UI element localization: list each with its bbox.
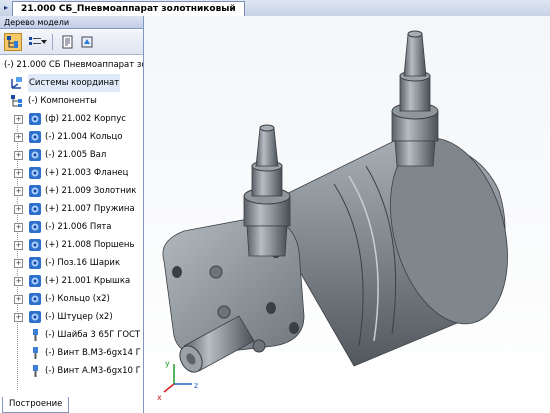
expand-icon[interactable]: + xyxy=(14,187,23,196)
expand-icon[interactable]: + xyxy=(14,313,23,322)
tree-item-label: (-) Поз.16 Шарик xyxy=(45,258,121,268)
tree-item-label: (+) 21.007 Пружина xyxy=(45,204,135,214)
tree-item-component[interactable]: + (+) 21.001 Крышка xyxy=(0,272,143,290)
3d-viewport[interactable]: y z x xyxy=(144,16,550,413)
tree-item-component[interactable]: + (-) 21.005 Вал xyxy=(0,146,143,164)
tab-scroll-arrow-icon[interactable]: ▸ xyxy=(2,2,10,13)
tree-item-component[interactable]: (-) Шайба 3 65Г ГОСТ xyxy=(0,326,143,344)
tree-item-component[interactable]: + (-) 21.004 Кольцо xyxy=(0,128,143,146)
tree-item-component[interactable]: (-) Винт В.М3-6gx14 Г xyxy=(0,344,143,362)
part-icon xyxy=(29,275,41,287)
tree-item-components[interactable]: (-) Компоненты xyxy=(0,92,143,110)
expand-icon[interactable]: + xyxy=(14,115,23,124)
tree-item-component[interactable]: + (-) Поз.16 Шарик xyxy=(0,254,143,272)
expand-icon[interactable]: + xyxy=(14,169,23,178)
tree-item-label: (-) 21.006 Пята xyxy=(45,222,112,232)
expand-icon[interactable]: + xyxy=(14,241,23,250)
fastener-icon xyxy=(33,329,38,341)
tree-item-label: (-) Штуцер (x2) xyxy=(45,312,113,322)
part-icon xyxy=(29,185,41,197)
tree-item-label: (-) Кольцо (x2) xyxy=(45,294,110,304)
part-icon xyxy=(29,293,41,305)
part-icon xyxy=(29,311,41,323)
tree-item-component[interactable]: + (+) 21.009 Золотник xyxy=(0,182,143,200)
tree-item-label: (-) Компоненты xyxy=(28,96,97,106)
part-icon xyxy=(29,221,41,233)
tree-item-label: (-) Винт В.М3-6gx14 Г xyxy=(45,348,141,358)
tree-item-label: (+) 21.009 Золотник xyxy=(45,186,137,196)
axis-y-label: y xyxy=(165,359,170,368)
pneumatic-valve-model: y z x xyxy=(157,30,508,402)
rebuild-tree-button[interactable] xyxy=(78,33,96,51)
toolbar-separator xyxy=(52,34,53,50)
document-tab-strip: ▸ 21.000 СБ_Пневмоаппарат золотниковый xyxy=(0,0,550,17)
part-icon xyxy=(29,131,41,143)
tree-item-component[interactable]: + (-) 21.006 Пята xyxy=(0,218,143,236)
tree-item-label: (-) 21.004 Кольцо xyxy=(45,132,123,142)
tree-item-component[interactable]: + (+) 21.003 Фланец xyxy=(0,164,143,182)
view-mode-dropdown-button[interactable] xyxy=(40,33,48,51)
tree-item-label: (+) 21.008 Поршень xyxy=(45,240,135,250)
expand-icon[interactable]: + xyxy=(14,295,23,304)
tree-structure-icon xyxy=(7,36,18,48)
expand-icon[interactable]: + xyxy=(14,277,23,286)
tree-item-label: (-) Винт А.М3-6gx10 Г xyxy=(45,366,141,376)
tree-item-label: (+) 21.001 Крышка xyxy=(45,276,131,286)
model-tree-panel: Дерево модели (-) 21.000 СБ Пневмоаппара… xyxy=(0,16,144,413)
expand-icon[interactable]: + xyxy=(14,205,23,214)
expand-icon[interactable]: + xyxy=(14,223,23,232)
axis-z-label: z xyxy=(194,381,198,390)
tree-item-component[interactable]: + (ф) 21.002 Корпус xyxy=(0,110,143,128)
fastener-icon xyxy=(33,347,38,359)
part-icon xyxy=(29,239,41,251)
tree-item-component[interactable]: + (-) Штуцер (x2) xyxy=(0,308,143,326)
tab-build[interactable]: Построение xyxy=(2,397,70,413)
tree-item-label: (ф) 21.002 Корпус xyxy=(45,114,126,124)
expand-icon[interactable]: + xyxy=(14,259,23,268)
panel-title: Дерево модели xyxy=(0,16,143,29)
tree-item-component[interactable]: (-) Винт А.М3-6gx10 Г xyxy=(0,362,143,380)
tree-item-component[interactable]: + (-) Кольцо (x2) xyxy=(0,290,143,308)
coordinate-system-icon xyxy=(11,77,22,89)
document-tab[interactable]: 21.000 СБ_Пневмоаппарат золотниковый xyxy=(12,1,245,16)
part-icon xyxy=(29,203,41,215)
part-icon xyxy=(29,113,41,125)
document-icon xyxy=(62,35,73,49)
tree-toolbar xyxy=(0,30,143,55)
tree-item-component[interactable]: + (+) 21.008 Поршень xyxy=(0,236,143,254)
components-group-icon xyxy=(11,95,22,107)
tree-item-label: (-) 21.005 Вал xyxy=(45,150,107,160)
fastener-icon xyxy=(33,365,38,377)
tree-item-label: Системы координат xyxy=(28,74,121,92)
expand-icon[interactable]: + xyxy=(14,133,23,142)
tree-item-label: (-) Шайба 3 65Г ГОСТ xyxy=(45,330,141,340)
part-icon xyxy=(29,149,41,161)
axis-x-label: x xyxy=(157,393,162,402)
tree-item-label: (+) 21.003 Фланец xyxy=(45,168,129,178)
part-icon xyxy=(29,167,41,179)
chevron-down-icon xyxy=(41,40,47,44)
tree-structure-button[interactable] xyxy=(4,33,22,51)
tree-root[interactable]: (-) 21.000 СБ Пневмоаппарат золо xyxy=(0,56,143,74)
tree-root-label: (-) 21.000 СБ Пневмоаппарат золо xyxy=(4,60,143,70)
tree-item-coordinate-systems[interactable]: Системы координат xyxy=(0,74,143,92)
rebuild-icon xyxy=(81,36,93,48)
part-icon xyxy=(29,257,41,269)
expand-icon[interactable]: + xyxy=(14,151,23,160)
document-properties-button[interactable] xyxy=(58,33,76,51)
tree-item-component[interactable]: + (+) 21.007 Пружина xyxy=(0,200,143,218)
model-tree: (-) 21.000 СБ Пневмоаппарат золо Системы… xyxy=(0,56,143,391)
